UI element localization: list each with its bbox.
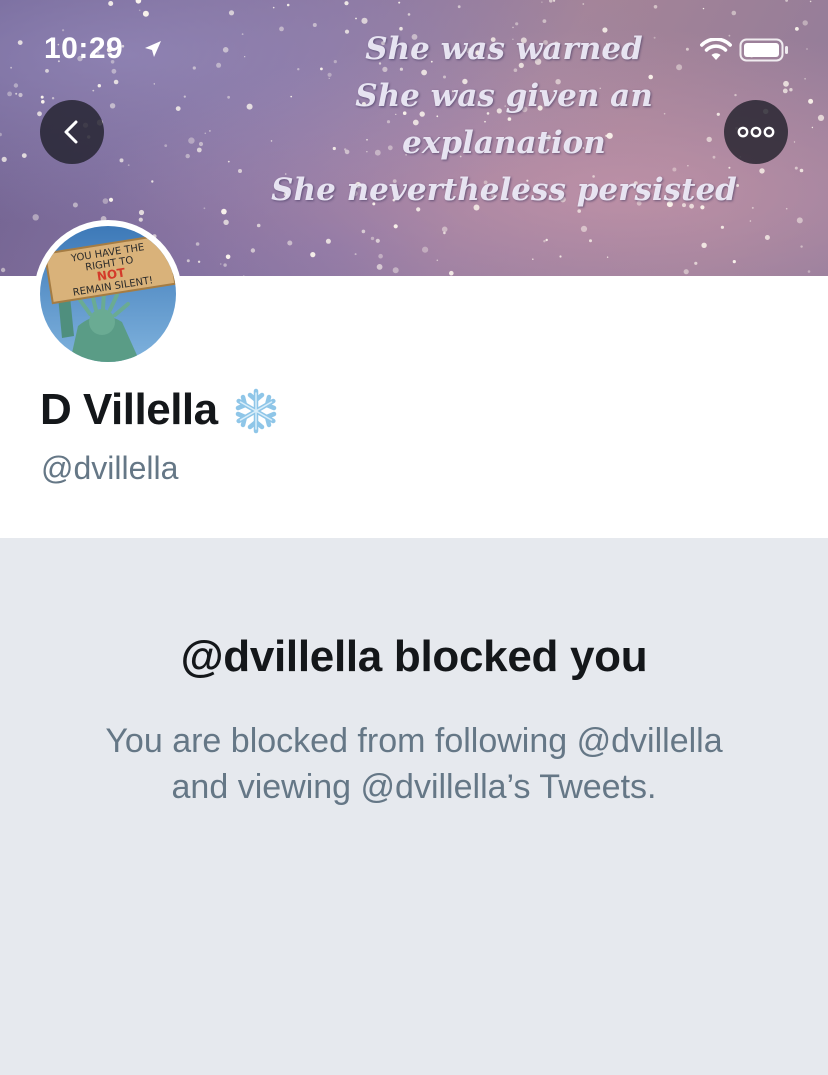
banner-quote-line: explanation	[402, 125, 606, 161]
status-time: 10:29	[44, 32, 124, 65]
snow-speck	[198, 141, 204, 147]
snow-speck	[785, 207, 788, 210]
snow-speck	[0, 132, 2, 137]
snow-speck	[732, 260, 736, 264]
snow-speck	[37, 111, 42, 117]
snow-speck	[807, 270, 811, 273]
snow-speck	[185, 153, 190, 159]
snow-speck	[151, 180, 154, 183]
snow-speck	[436, 259, 439, 262]
snow-speck	[41, 100, 45, 104]
snow-speck	[138, 209, 145, 216]
snow-speck	[749, 220, 752, 222]
snow-speck	[354, 253, 357, 256]
snow-speck	[545, 238, 548, 242]
status-bar: 10:29	[0, 0, 828, 100]
snow-speck	[175, 106, 181, 111]
snow-speck	[793, 141, 796, 143]
blocked-description: You are blocked from following @dvillell…	[105, 722, 723, 806]
ellipsis-icon	[737, 126, 775, 138]
snow-speck	[203, 207, 206, 210]
banner-quote-line: She nevertheless persisted	[271, 172, 737, 208]
snow-speck	[223, 263, 227, 267]
more-options-button[interactable]	[724, 100, 788, 164]
snow-speck	[223, 219, 229, 225]
snow-speck	[72, 202, 78, 208]
snow-speck	[378, 253, 383, 259]
snow-speck	[694, 261, 698, 265]
snow-speck	[256, 223, 261, 228]
snow-speck	[127, 164, 130, 167]
snow-speck	[287, 240, 293, 246]
snow-speck	[119, 158, 124, 163]
snow-speck	[209, 130, 211, 132]
snow-speck	[361, 229, 366, 234]
snow-speck	[102, 198, 109, 204]
snow-speck	[449, 270, 454, 276]
snow-speck	[310, 252, 316, 258]
snow-speck	[250, 248, 256, 253]
snow-speck	[589, 239, 592, 243]
snow-speck	[393, 224, 398, 229]
snow-speck	[376, 264, 383, 270]
snow-speck	[204, 132, 207, 135]
avatar[interactable]: YOU HAVE THE RIGHT TO NOT REMAIN SILENT!	[34, 220, 182, 368]
snow-speck	[0, 267, 6, 273]
snow-speck	[580, 225, 588, 232]
snow-speck	[370, 236, 375, 241]
snow-speck	[817, 114, 825, 121]
snow-speck	[196, 147, 202, 153]
avatar-image: YOU HAVE THE RIGHT TO NOT REMAIN SILENT!	[40, 226, 176, 362]
snow-speck	[764, 235, 770, 240]
name-row: D Villella	[40, 385, 280, 435]
snow-speck	[225, 254, 231, 260]
snow-speck	[32, 214, 39, 221]
snow-speck	[683, 269, 689, 275]
snow-speck	[186, 259, 190, 263]
snow-speck	[164, 144, 168, 148]
snow-speck	[138, 217, 143, 222]
battery-icon	[739, 38, 788, 62]
snow-speck	[606, 256, 609, 258]
back-button[interactable]	[40, 100, 104, 164]
snow-speck	[794, 166, 798, 170]
snow-speck	[443, 231, 446, 235]
snow-speck	[188, 137, 195, 144]
profile-handle: @dvillella	[41, 450, 179, 486]
snow-speck	[375, 238, 380, 243]
display-name: D Villella	[40, 385, 218, 434]
snow-speck	[701, 242, 707, 248]
wifi-icon	[700, 38, 732, 60]
snowflake-icon	[235, 388, 276, 434]
snow-speck	[1, 156, 7, 162]
snow-speck	[720, 225, 725, 229]
snow-speck	[559, 255, 562, 258]
location-arrow-icon	[145, 41, 161, 57]
blocked-title: @dvillella blocked you	[180, 632, 648, 681]
snow-speck	[197, 260, 201, 263]
snow-speck	[811, 126, 814, 129]
blocked-panel: @dvillella blocked you You are blocked f…	[0, 538, 828, 1075]
snow-speck	[543, 240, 546, 243]
snow-speck	[392, 267, 399, 274]
snow-speck	[422, 246, 429, 253]
snow-speck	[108, 197, 114, 202]
snow-speck	[21, 153, 27, 159]
chevron-left-icon	[64, 120, 78, 144]
snow-speck	[796, 217, 803, 224]
snow-speck	[109, 103, 116, 109]
snow-speck	[220, 263, 222, 265]
snow-speck	[195, 242, 200, 246]
snow-speck	[441, 226, 448, 233]
snow-speck	[800, 245, 803, 248]
statue-of-liberty-image: YOU HAVE THE RIGHT TO NOT REMAIN SILENT!	[40, 226, 176, 362]
snow-speck	[532, 258, 534, 261]
snow-speck	[799, 168, 804, 173]
snow-speck	[325, 238, 331, 244]
